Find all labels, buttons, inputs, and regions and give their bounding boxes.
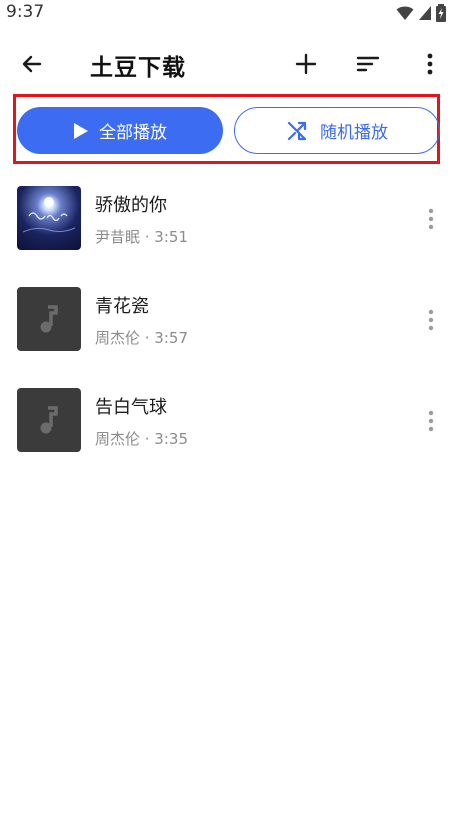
signal-icon: [419, 6, 431, 20]
status-icons: [396, 4, 446, 22]
play-all-button[interactable]: 全部播放: [17, 107, 223, 154]
page-title: 土豆下载: [90, 55, 186, 81]
song-item[interactable]: 青花瓷 周杰伦 · 3:57: [0, 277, 458, 363]
song-title: 告白气球: [95, 397, 167, 418]
app-bar: 土豆下载: [0, 36, 458, 92]
more-options-button[interactable]: [410, 44, 450, 84]
add-button[interactable]: [286, 44, 326, 84]
wifi-icon: [396, 6, 414, 20]
back-button[interactable]: [12, 44, 52, 84]
song-item[interactable]: 骄傲的你 尹昔眠 · 3:51: [0, 176, 458, 262]
more-vertical-icon: [427, 53, 433, 75]
song-subtitle: 周杰伦 · 3:57: [95, 329, 188, 347]
sort-icon: [356, 56, 380, 72]
song-more-button[interactable]: [418, 305, 444, 335]
song-subtitle: 周杰伦 · 3:35: [95, 430, 188, 448]
plus-icon: [295, 53, 317, 75]
placeholder-cover: [17, 388, 81, 452]
album-art-icon: [22, 197, 76, 233]
song-subtitle: 尹昔眠 · 3:51: [95, 228, 188, 246]
play-icon: [74, 122, 88, 139]
sort-button[interactable]: [348, 44, 388, 84]
song-title: 骄傲的你: [95, 195, 167, 216]
status-time: 9:37: [6, 2, 45, 22]
song-more-button[interactable]: [418, 406, 444, 436]
placeholder-cover: [17, 287, 81, 351]
song-item[interactable]: 告白气球 周杰伦 · 3:35: [0, 378, 458, 464]
song-more-button[interactable]: [418, 204, 444, 234]
music-note-icon: [40, 406, 58, 434]
status-bar: 9:37: [0, 0, 458, 26]
more-vertical-icon: [428, 410, 434, 432]
song-title: 青花瓷: [95, 296, 149, 317]
shuffle-play-label: 随机播放: [320, 123, 388, 143]
shuffle-play-button[interactable]: 随机播放: [234, 107, 440, 154]
shuffle-icon: [287, 121, 307, 140]
music-note-icon: [40, 305, 58, 333]
play-all-label: 全部播放: [99, 123, 167, 143]
arrow-left-icon: [22, 55, 42, 73]
album-art-cover: [17, 186, 81, 250]
battery-icon: [436, 4, 446, 22]
more-vertical-icon: [428, 309, 434, 331]
more-vertical-icon: [428, 208, 434, 230]
